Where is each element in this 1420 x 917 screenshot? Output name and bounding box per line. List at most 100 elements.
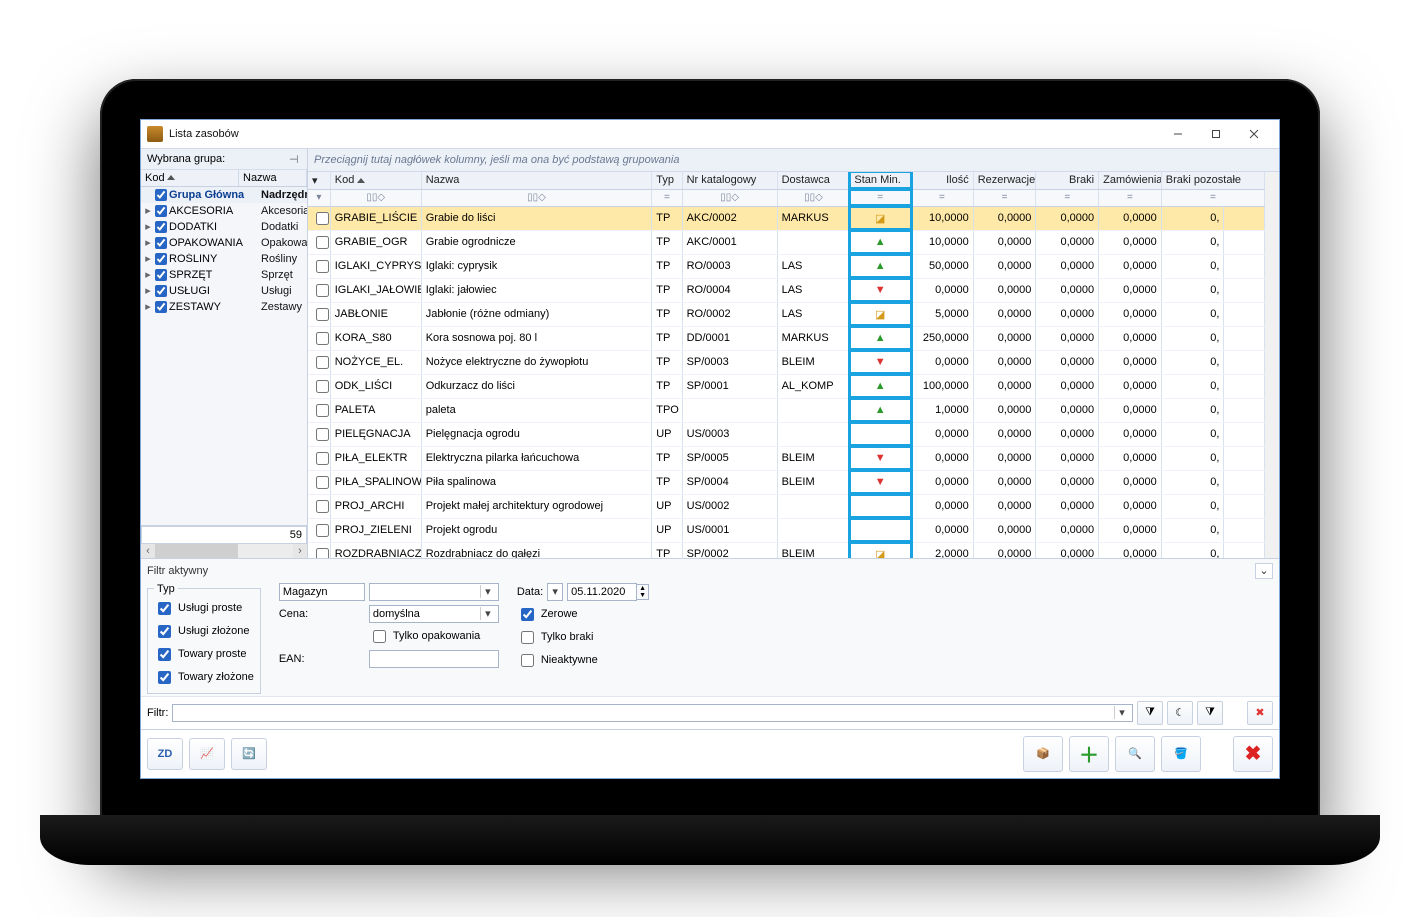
- filter-kat[interactable]: ▯▯◇: [682, 189, 777, 206]
- magazyn-combo[interactable]: ▾: [369, 583, 499, 601]
- col-nazwa[interactable]: Nazwa: [421, 172, 652, 190]
- table-row[interactable]: ROZDRABNIACZRozdrabniacz do gałęziTPSP/0…: [308, 542, 1265, 558]
- row-check[interactable]: [316, 500, 329, 513]
- tree-col-nazwa[interactable]: Nazwa: [239, 170, 307, 186]
- close-button[interactable]: [1235, 123, 1273, 145]
- table-row[interactable]: PALETApaletaTPO▲1,00000,00000,00000,0000…: [308, 398, 1265, 422]
- filter-edit-button[interactable]: ⧩: [1197, 701, 1223, 725]
- col-braki-pozostale[interactable]: Braki pozostałe: [1161, 172, 1264, 190]
- tree-row-check[interactable]: [155, 189, 167, 201]
- row-check[interactable]: [316, 212, 329, 225]
- tree-row[interactable]: ▸AKCESORIAAkcesoria: [141, 203, 307, 219]
- row-check[interactable]: [316, 260, 329, 273]
- tree-footer-count[interactable]: [141, 526, 307, 544]
- filter-ilosc[interactable]: =: [911, 189, 974, 206]
- table-row[interactable]: IGLAKI_JAŁOWIECIglaki: jałowiecTPRO/0004…: [308, 278, 1265, 302]
- table-row[interactable]: JABŁONIEJabłonie (różne odmiany)TPRO/000…: [308, 302, 1265, 326]
- ean-input[interactable]: [369, 650, 499, 668]
- delete-button[interactable]: ✖: [1233, 736, 1273, 772]
- tree-row[interactable]: Grupa GłównaNadrzędna: [141, 187, 307, 203]
- tree-row[interactable]: ▸USŁUGIUsługi: [141, 283, 307, 299]
- filter-brpoz[interactable]: =: [1161, 189, 1264, 206]
- filter-braki[interactable]: =: [1036, 189, 1099, 206]
- table-row[interactable]: GRABIE_OGRGrabie ogrodniczeTPAKC/0001▲10…: [308, 230, 1265, 254]
- row-check[interactable]: [316, 476, 329, 489]
- tree-row-check[interactable]: [155, 221, 167, 233]
- filter-expression-combo[interactable]: ▾: [172, 704, 1133, 722]
- tree-row-check[interactable]: [155, 269, 167, 281]
- nieaktywne-checkbox[interactable]: Nieaktywne: [517, 651, 649, 670]
- row-check[interactable]: [316, 428, 329, 441]
- filter-typ[interactable]: =: [652, 189, 682, 206]
- col-zamowienia[interactable]: Zamówienia: [1099, 172, 1162, 190]
- typ-checkbox[interactable]: Usługi proste: [154, 599, 254, 618]
- typ-checkbox[interactable]: Towary złożone: [154, 668, 254, 687]
- tree-row-check[interactable]: [155, 285, 167, 297]
- table-row[interactable]: PROJ_ZIELENIProjekt ogroduUPUS/00010,000…: [308, 518, 1265, 542]
- table-row[interactable]: IGLAKI_CYPRYSIglaki: cyprysikTPRO/0003LA…: [308, 254, 1265, 278]
- tree-col-kod[interactable]: Kod: [141, 170, 239, 186]
- group-tree[interactable]: Grupa GłównaNadrzędna▸AKCESORIAAkcesoria…: [141, 187, 307, 525]
- minimize-button[interactable]: [1159, 123, 1197, 145]
- row-check[interactable]: [316, 404, 329, 417]
- tree-row[interactable]: ▸OPAKOWANIAOpakowania: [141, 235, 307, 251]
- filter-panel-collapse[interactable]: ⌄: [1255, 563, 1273, 579]
- filter-stan[interactable]: =: [850, 189, 911, 206]
- col-checkbox[interactable]: ▾: [308, 172, 330, 190]
- table-row[interactable]: PROJ_ARCHIProjekt małej architektury ogr…: [308, 494, 1265, 518]
- data-input[interactable]: ▲▼: [567, 583, 649, 601]
- table-row[interactable]: ODK_LIŚCIOdkurzacz do liściTPSP/0001AL_K…: [308, 374, 1265, 398]
- pin-icon[interactable]: ⊣: [289, 153, 301, 165]
- zd-button[interactable]: ZD: [147, 738, 183, 770]
- typ-checkbox[interactable]: Usługi złożone: [154, 622, 254, 641]
- tylko-braki-checkbox[interactable]: Tylko braki: [517, 628, 649, 647]
- zerowe-checkbox[interactable]: Zerowe: [517, 605, 649, 624]
- tree-row[interactable]: ▸ZESTAWYZestawy: [141, 299, 307, 315]
- grid-vscrollbar[interactable]: [1265, 172, 1279, 558]
- data-toggle[interactable]: ▾: [547, 583, 563, 601]
- magazyn-label-combo[interactable]: Magazyn: [279, 583, 365, 601]
- tree-row-check[interactable]: [155, 237, 167, 249]
- tree-row-check[interactable]: [155, 301, 167, 313]
- tree-row[interactable]: ▸ROŚLINYRośliny: [141, 251, 307, 267]
- row-check[interactable]: [316, 332, 329, 345]
- col-stan-min[interactable]: Stan Min.: [850, 172, 911, 190]
- filter-apply-button[interactable]: ⧩: [1137, 701, 1163, 725]
- filter-zam[interactable]: =: [1099, 189, 1162, 206]
- table-row[interactable]: PIELĘGNACJAPielęgnacja ogroduUPUS/00030,…: [308, 422, 1265, 446]
- table-row[interactable]: NOŻYCE_EL.Nożyce elektryczne do żywopłot…: [308, 350, 1265, 374]
- row-check[interactable]: [316, 236, 329, 249]
- tree-row-check[interactable]: [155, 253, 167, 265]
- tree-row[interactable]: ▸SPRZĘTSprzęt: [141, 267, 307, 283]
- typ-checkbox[interactable]: Towary proste: [154, 645, 254, 664]
- filter-clear-button[interactable]: ✖: [1247, 701, 1273, 725]
- cena-combo[interactable]: domyślna▾: [369, 605, 499, 623]
- filter-nazwa[interactable]: ▯▯◇: [421, 189, 652, 206]
- filter-rez[interactable]: =: [973, 189, 1036, 206]
- tylko-opakowania-checkbox[interactable]: Tylko opakowania: [369, 627, 499, 646]
- tree-row-check[interactable]: [155, 205, 167, 217]
- chart-button[interactable]: 📈: [189, 738, 225, 770]
- col-kat[interactable]: Nr katalogowy: [682, 172, 777, 190]
- col-ilosc[interactable]: Ilość: [911, 172, 974, 190]
- row-check[interactable]: [316, 452, 329, 465]
- resource-grid[interactable]: ▾ Kod Nazwa Typ Nr katalogowy Dostawca S…: [308, 172, 1265, 558]
- tree-hscrollbar[interactable]: ‹›: [141, 544, 307, 558]
- table-row[interactable]: PIŁA_SPALINOWAPiła spalinowaTPSP/0004BLE…: [308, 470, 1265, 494]
- filter-kod[interactable]: ▯▯◇: [330, 189, 421, 206]
- row-check[interactable]: [316, 524, 329, 537]
- filter-dost[interactable]: ▯▯◇: [777, 189, 850, 206]
- row-check[interactable]: [316, 284, 329, 297]
- row-check[interactable]: [316, 548, 329, 558]
- col-dost[interactable]: Dostawca: [777, 172, 850, 190]
- row-check[interactable]: [316, 356, 329, 369]
- col-rezerwacje[interactable]: Rezerwacje: [973, 172, 1036, 190]
- table-row[interactable]: PIŁA_ELEKTRElektryczna pilarka łańcuchow…: [308, 446, 1265, 470]
- group-by-bar[interactable]: Przeciągnij tutaj nagłówek kolumny, jeśl…: [308, 149, 1279, 172]
- table-row[interactable]: KORA_S80Kora sosnowa poj. 80 lTPDD/0001M…: [308, 326, 1265, 350]
- col-braki[interactable]: Braki: [1036, 172, 1099, 190]
- bucket-button[interactable]: 🪣: [1161, 736, 1201, 772]
- table-row[interactable]: GRABIE_LIŚCIEGrabie do liściTPAKC/0002MA…: [308, 206, 1265, 230]
- row-check[interactable]: [316, 308, 329, 321]
- filter-chk[interactable]: ▾: [308, 189, 330, 206]
